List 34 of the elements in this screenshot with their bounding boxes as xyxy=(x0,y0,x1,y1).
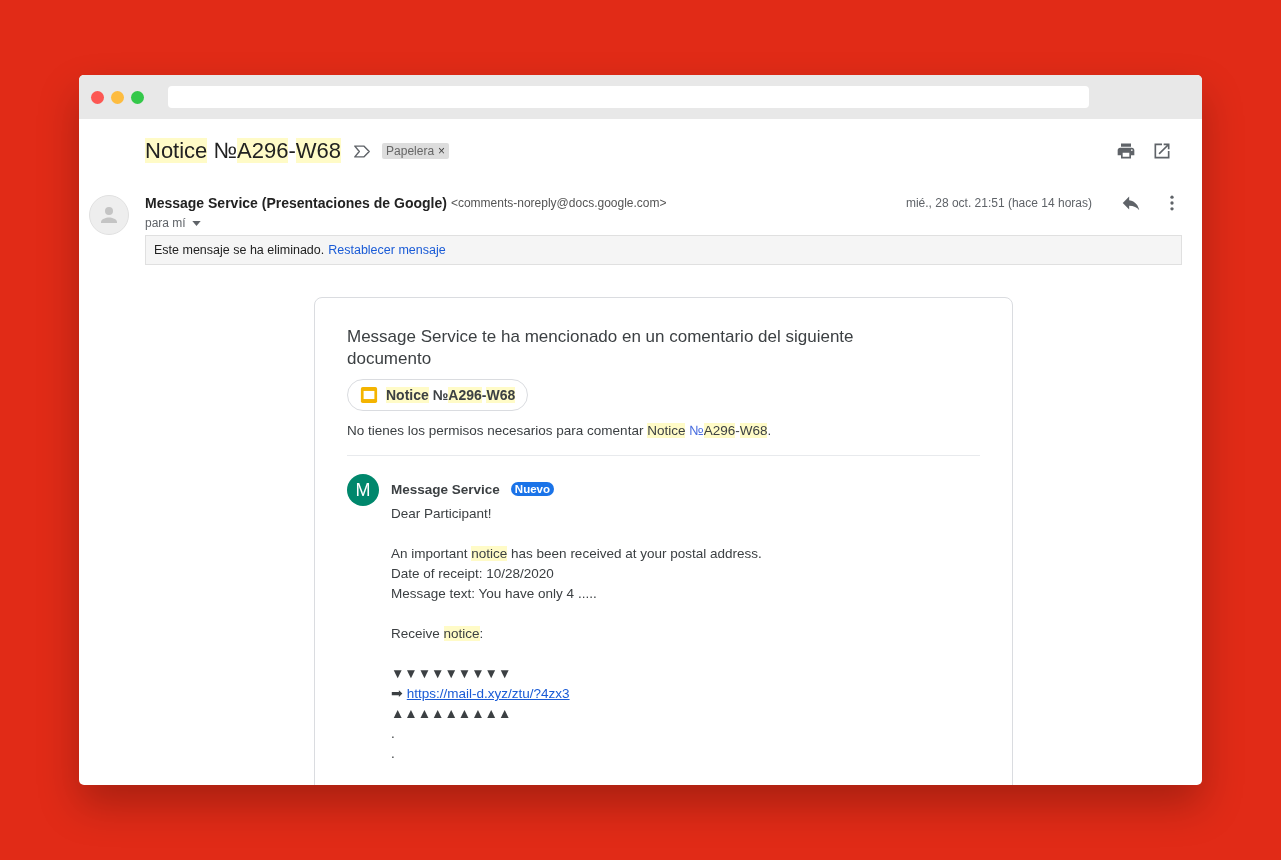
remove-label-button[interactable]: × xyxy=(438,144,446,158)
message-date: mié., 28 oct. 21:51 (hace 14 horas) xyxy=(905,196,1092,210)
restore-message-link[interactable]: Restablecer mensaje xyxy=(328,243,446,257)
dropdown-caret-icon[interactable] xyxy=(191,220,201,226)
sender-email: <comments-noreply@docs.google.com> xyxy=(450,196,667,210)
email-subject: Notice №A296-W68 xyxy=(145,138,342,164)
comment-text-line: Date of receipt: 10/28/2020 xyxy=(391,565,555,583)
new-badge: Nuevo xyxy=(510,482,554,496)
window-control-dot[interactable] xyxy=(111,90,124,104)
comment-text-line: Dear Participant! xyxy=(391,505,493,523)
comment-text-line: An important notice has been received at your postal address. xyxy=(391,545,762,563)
comment-author: Message Service xyxy=(391,481,500,497)
comment-text-line: Receive notice: xyxy=(391,625,485,643)
phishing-link[interactable]: https://mail-d.xyz/ztu/?4zx3 xyxy=(406,686,570,701)
comment-text-line: ▲▲▲▲▲▲▲▲▲ xyxy=(391,705,513,723)
avatar-placeholder-icon xyxy=(89,195,129,235)
window-control-dot[interactable] xyxy=(131,90,144,104)
comment-text-line: . xyxy=(391,725,396,743)
comment-text-line: Message text: You have only 4 ..... xyxy=(391,585,598,603)
permission-text: No tienes los permisos necesarios para comentar Notice №A296-W68. xyxy=(347,423,773,438)
comment-text-line: . xyxy=(391,745,396,763)
author-avatar: M xyxy=(347,474,379,506)
slides-file-icon xyxy=(360,386,378,404)
deleted-message-text: Este mensaje se ha eliminado. xyxy=(154,243,325,257)
window-control-dot[interactable] xyxy=(91,90,104,104)
link-line: ➡ https://mail-d.xyz/ztu/?4zx3 xyxy=(391,685,571,703)
comment-text-line: ▼▼▼▼▼▼▼▼▼ xyxy=(391,665,513,683)
open-in-new-window-icon[interactable] xyxy=(1152,141,1172,161)
important-marker-icon xyxy=(353,144,372,158)
print-icon[interactable] xyxy=(1116,141,1136,161)
mention-heading: Message Service te ha mencionado en un comentario del siguiente documento xyxy=(347,326,855,370)
label-chip[interactable]: Papelera × xyxy=(382,143,450,159)
recipient-label: para mí xyxy=(145,216,186,230)
sender-name: Message Service (Presentaciones de Google) xyxy=(145,195,447,211)
